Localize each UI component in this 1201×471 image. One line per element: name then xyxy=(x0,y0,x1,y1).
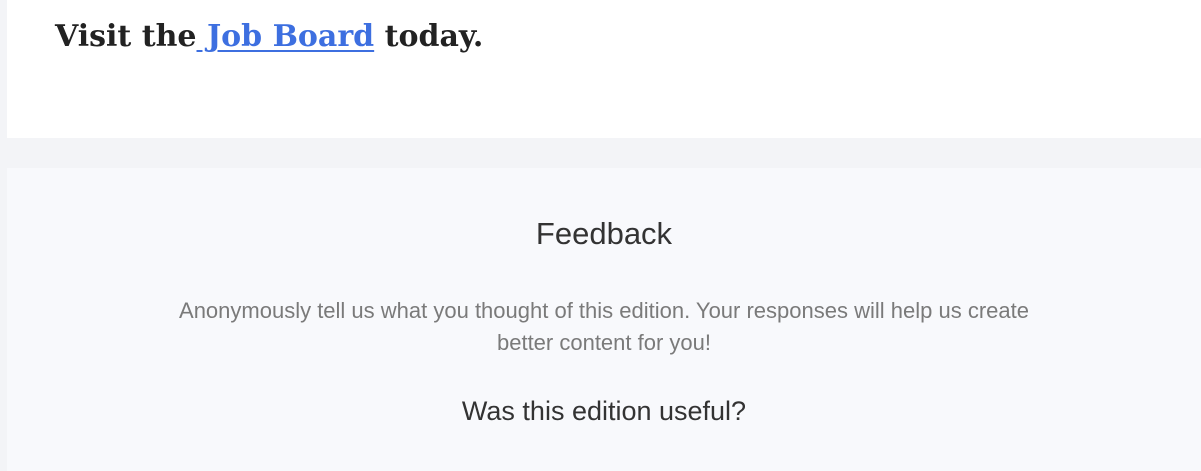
job-board-suffix: today. xyxy=(374,19,484,54)
feedback-description: Anonymously tell us what you thought of … xyxy=(179,298,1029,355)
feedback-question: Was this edition useful? xyxy=(461,396,747,426)
job-board-line: Visit the Job Board today. xyxy=(55,15,483,59)
job-board-card: Visit the Job Board today. xyxy=(7,0,1201,138)
job-board-prefix: Visit the xyxy=(55,19,197,54)
job-board-link[interactable]: Job Board xyxy=(197,19,374,54)
feedback-section: Feedback Anonymously tell us what you th… xyxy=(7,168,1201,471)
feedback-title: Feedback xyxy=(535,216,673,251)
